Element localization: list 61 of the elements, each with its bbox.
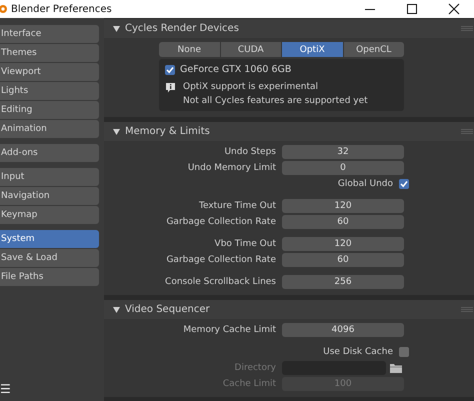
field-label: Texture Time Out (198, 201, 277, 211)
device-type-tab[interactable]: CUDA (220, 42, 281, 57)
number-field[interactable]: 120 (282, 237, 404, 251)
sidebar-item[interactable]: Add-ons (0, 144, 99, 162)
section-title: Memory & Limits (125, 126, 210, 137)
disclosure-triangle-icon (113, 128, 120, 134)
sidebar-item[interactable]: Editing (0, 101, 99, 119)
number-field[interactable]: 60 (282, 253, 404, 267)
device-type-tab[interactable]: OpenCL (344, 42, 404, 57)
section-title: Video Sequencer (125, 304, 210, 315)
sidebar-item[interactable]: Viewport (0, 63, 99, 81)
checkbox[interactable] (399, 347, 409, 357)
menu-button[interactable]: ☰ (0, 383, 11, 395)
field-label: Console Scrollback Lines (164, 277, 277, 287)
device-type-tab[interactable]: None (159, 42, 220, 57)
section-header[interactable]: Video Sequencer (104, 300, 474, 319)
number-field[interactable]: 32 (282, 145, 404, 159)
drag-handle-icon[interactable] (461, 26, 473, 31)
window-title: Blender Preferences (11, 4, 112, 14)
field-label: Undo Steps (223, 147, 277, 157)
field-label: Garbage Collection Rate (165, 255, 277, 265)
info-icon (165, 82, 176, 93)
number-field[interactable]: 256 (282, 275, 404, 289)
disclosure-triangle-icon (113, 306, 120, 312)
drag-handle-icon[interactable] (461, 307, 473, 312)
checkbox-label: Global Undo (338, 179, 393, 189)
sidebar-item[interactable]: Themes (0, 44, 99, 62)
number-field[interactable]: 60 (282, 215, 404, 229)
field-label: Vbo Time Out (214, 239, 277, 249)
field-label: Cache Limit (222, 379, 277, 389)
sidebar-item[interactable]: Save & Load (0, 249, 99, 267)
section-title: Cycles Render Devices (125, 23, 239, 34)
sidebar-item[interactable]: Interface (0, 25, 99, 43)
checkbox[interactable] (165, 64, 175, 74)
number-field[interactable]: 0 (282, 161, 404, 175)
sidebar-item[interactable]: Lights (0, 82, 99, 100)
sidebar-item[interactable]: Input (0, 168, 99, 186)
number-field[interactable]: 120 (282, 199, 404, 213)
device-label: GeForce GTX 1060 6GB (180, 64, 292, 75)
section-header[interactable]: Memory & Limits (104, 122, 474, 141)
folder-icon[interactable] (390, 363, 402, 373)
disclosure-triangle-icon (113, 26, 120, 32)
sidebar-item[interactable]: System (0, 230, 99, 248)
sidebar-item[interactable]: Keymap (0, 206, 99, 224)
maximize-icon[interactable] (406, 3, 418, 15)
checkbox-label: Use Disk Cache (323, 347, 393, 357)
field-label: Memory Cache Limit (182, 325, 277, 335)
sidebar-item[interactable]: Animation (0, 120, 99, 138)
number-field[interactable]: 4096 (282, 323, 404, 337)
field-label: Undo Memory Limit (186, 163, 277, 173)
close-icon[interactable] (448, 3, 460, 15)
field-label: Directory (234, 363, 277, 373)
field-label: Garbage Collection Rate (165, 217, 277, 227)
drag-handle-icon[interactable] (461, 129, 473, 134)
checkbox[interactable] (399, 179, 409, 189)
info-message: OptiX support is experimental (183, 82, 320, 92)
section-header[interactable]: Cycles Render Devices (104, 19, 474, 38)
device-type-tab[interactable]: OptiX (282, 42, 342, 57)
info-message: Not all Cycles features are supported yet (183, 96, 368, 106)
sidebar-item[interactable]: Navigation (0, 187, 99, 205)
sidebar-item[interactable]: File Paths (0, 268, 99, 286)
